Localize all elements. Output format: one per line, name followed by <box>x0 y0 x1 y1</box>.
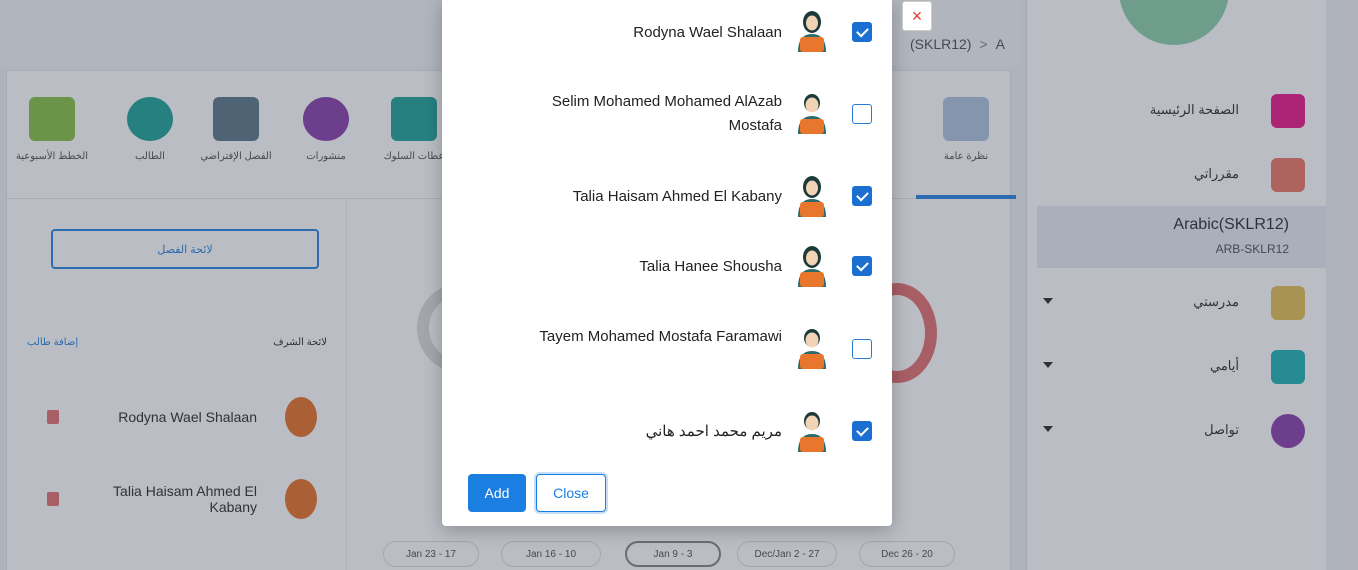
student-row[interactable]: مريم محمد احمد هاني <box>442 402 892 462</box>
close-icon[interactable]: × <box>902 1 932 31</box>
student-checkbox[interactable] <box>852 421 872 441</box>
student-checkbox[interactable] <box>852 186 872 206</box>
student-checkbox[interactable] <box>852 22 872 42</box>
male-avatar-icon <box>798 412 826 452</box>
close-button[interactable]: Close <box>536 474 606 512</box>
student-checkbox[interactable] <box>852 339 872 359</box>
male-avatar-icon <box>798 329 826 369</box>
student-name: Talia Haisam Ahmed El Kabany <box>572 188 782 205</box>
student-checkbox[interactable] <box>852 104 872 124</box>
female-avatar-icon <box>798 176 826 217</box>
student-name: مريم محمد احمد هاني <box>645 423 782 440</box>
student-row[interactable]: Talia Hanee Shousha <box>442 238 892 298</box>
student-row[interactable]: Selim Mohamed Mohamed AlAzab Mostafa <box>442 82 892 142</box>
male-avatar-icon <box>798 94 826 134</box>
student-row[interactable]: Rodyna Wael Shalaan <box>442 2 892 62</box>
add-button[interactable]: Add <box>468 474 526 512</box>
female-avatar-icon <box>798 246 826 287</box>
female-avatar-icon <box>798 11 826 52</box>
student-checkbox[interactable] <box>852 256 872 276</box>
student-row[interactable]: Talia Haisam Ahmed El Kabany <box>442 168 892 228</box>
student-name: Talia Hanee Shousha <box>639 258 782 275</box>
student-name: Selim Mohamed Mohamed AlAzab Mostafa <box>551 93 782 134</box>
student-row[interactable]: Tayem Mohamed Mostafa Faramawi <box>442 318 892 378</box>
add-students-dialog: Rodyna Wael Shalaan Selim Mohamed Mohame… <box>442 0 892 526</box>
student-name: Tayem Mohamed Mostafa Faramawi <box>539 328 782 345</box>
student-name: Rodyna Wael Shalaan <box>633 24 782 41</box>
